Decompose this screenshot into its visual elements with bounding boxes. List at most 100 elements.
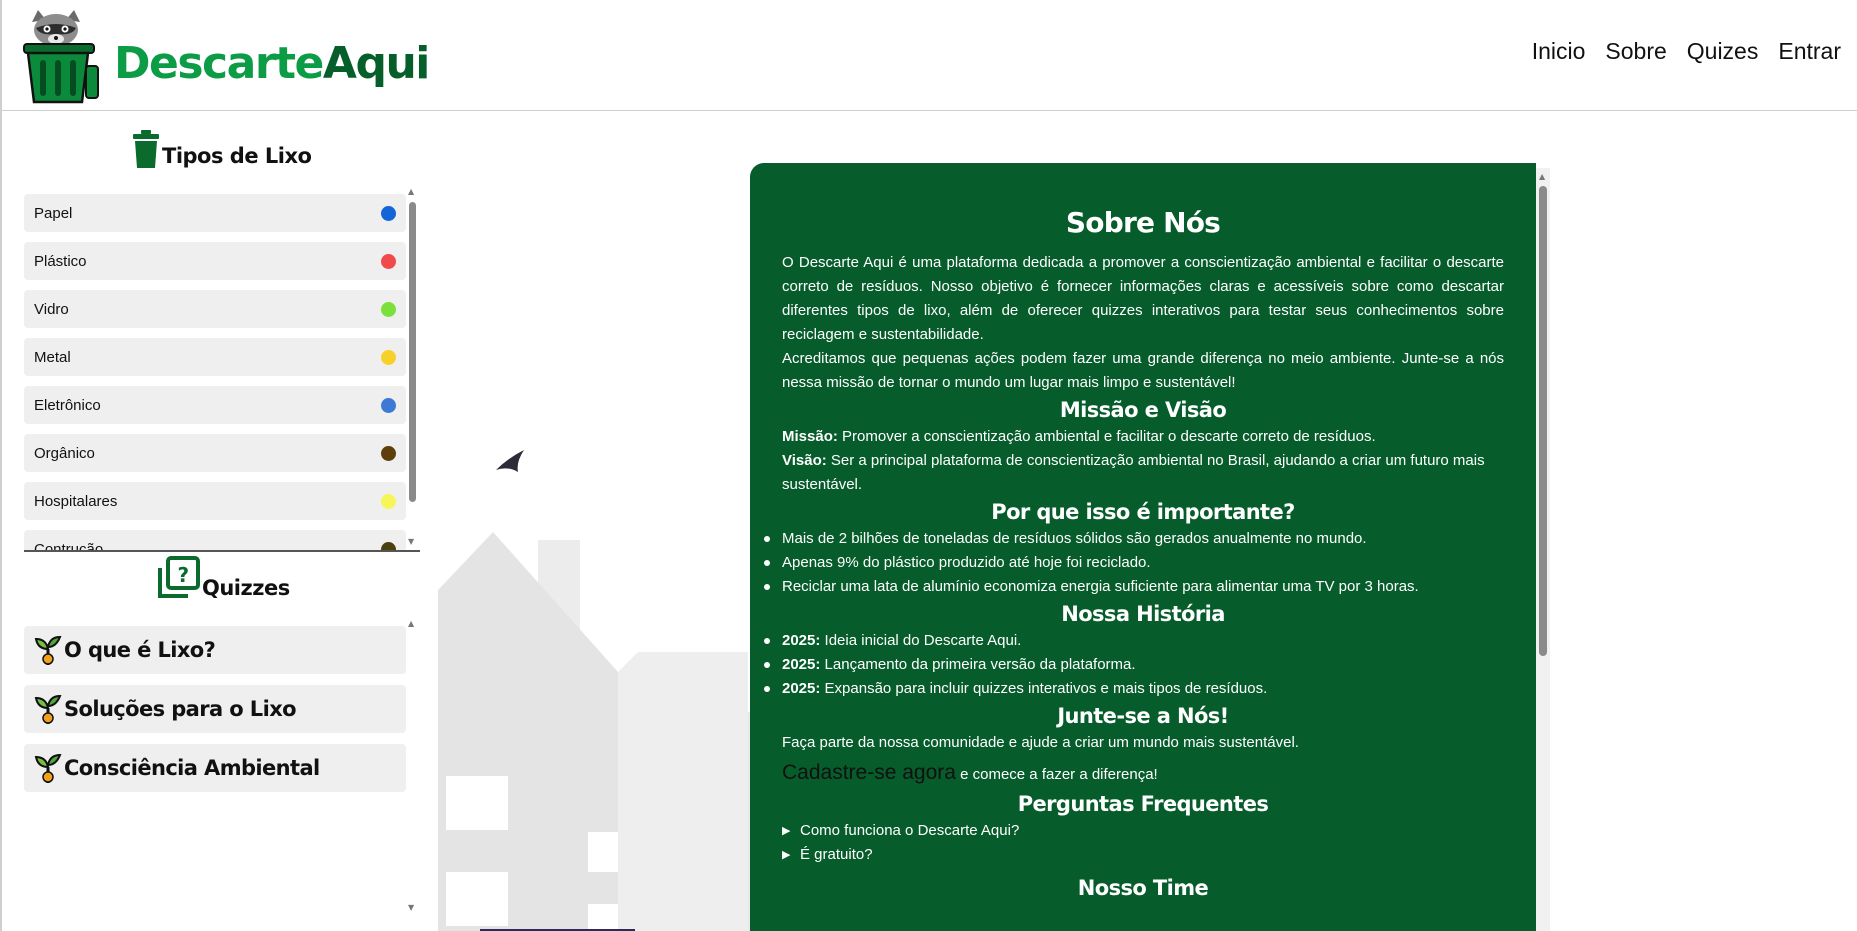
scroll-thumb[interactable] (409, 202, 416, 502)
tipo-item-organico[interactable]: Orgânico (24, 434, 406, 472)
brand-name[interactable]: DescarteAqui (114, 36, 430, 92)
tipo-item-eletronico[interactable]: Eletrônico (24, 386, 406, 424)
tipo-item-plastico[interactable]: Plástico (24, 242, 406, 280)
quiz-label: O que é Lixo? (64, 638, 216, 662)
faq-item[interactable]: Como funciona o Descarte Aqui? (782, 819, 1504, 843)
tipos-title: Tipos de Lixo (162, 144, 312, 168)
tipo-label: Contrução (34, 540, 104, 551)
sprout-icon (34, 635, 62, 665)
history-list: 2025: Ideia inicial do Descarte Aqui. 20… (764, 629, 1504, 701)
sprout-icon (34, 753, 62, 783)
color-dot (381, 397, 396, 413)
tipo-label: Vidro (34, 300, 69, 318)
quiz-item-o-que-e-lixo[interactable]: O que é Lixo? (24, 626, 406, 674)
tipo-item-vidro[interactable]: Vidro (24, 290, 406, 328)
team-heading: Nosso Time (1077, 876, 1209, 900)
scroll-up-arrow-icon[interactable]: ▲ (1539, 172, 1545, 181)
why-item: Mais de 2 bilhões de toneladas de resídu… (764, 527, 1504, 551)
trash-can-icon (133, 130, 159, 168)
quiz-label: Consciência Ambiental (64, 756, 320, 780)
history-text: Ideia inicial do Descarte Aqui. (820, 632, 1022, 649)
join-after: e comece a fazer a diferença! (955, 766, 1158, 783)
tipos-list: Papel Plástico Vidro Metal Eletrônico Or… (24, 194, 406, 550)
sprout-icon (34, 694, 62, 724)
color-dot (381, 205, 396, 221)
faq-list: Como funciona o Descarte Aqui? É gratuit… (782, 819, 1504, 867)
scroll-down-arrow-icon[interactable]: ▼ (408, 904, 414, 912)
history-year: 2025: (782, 632, 821, 649)
nav-quizes[interactable]: Quizes (1687, 38, 1759, 65)
tipo-label: Hospitalares (34, 492, 118, 510)
bird-icon (496, 450, 524, 472)
tipo-label: Plástico (34, 252, 87, 270)
quiz-list: O que é Lixo? Soluções para o Lixo Consc… (24, 626, 406, 803)
about-intro-1: O Descarte Aqui é uma plataforma dedicad… (782, 254, 1504, 343)
history-item: 2025: Ideia inicial do Descarte Aqui. (764, 629, 1504, 653)
scroll-up-arrow-icon[interactable]: ▲ (408, 620, 414, 628)
brand-part2: Aqui (322, 38, 430, 89)
mission-text: Missão: Promover a conscientização ambie… (782, 425, 1504, 449)
about-card: Sobre Nós O Descarte Aqui é uma platafor… (750, 163, 1536, 931)
mission-label: Missão: (782, 428, 838, 445)
nav-inicio[interactable]: Inicio (1532, 38, 1586, 65)
scroll-thumb[interactable] (1539, 186, 1547, 656)
site-header: DescarteAqui Inicio Sobre Quizes Entrar (2, 0, 1857, 111)
color-dot (381, 541, 396, 550)
quiz-item-consciencia[interactable]: Consciência Ambiental (24, 744, 406, 792)
faq-item[interactable]: É gratuito? (782, 843, 1504, 867)
join-cta: Cadastre-se agora e comece a fazer a dif… (782, 761, 1504, 787)
tipos-heading: Tipos de Lixo (132, 130, 312, 168)
quizzes-title: Quizzes (202, 576, 290, 600)
raccoon-trash-logo-icon[interactable] (22, 8, 102, 104)
history-item: 2025: Expansão para incluir quizzes inte… (764, 677, 1504, 701)
tipo-item-metal[interactable]: Metal (24, 338, 406, 376)
quiz-label: Soluções para o Lixo (64, 697, 297, 721)
about-intro-2: Acreditamos que pequenas ações podem faz… (782, 350, 1504, 391)
vision-text: Visão: Ser a principal plataforma de con… (782, 449, 1504, 497)
quiz-item-solucoes[interactable]: Soluções para o Lixo (24, 685, 406, 733)
about-scrollbar[interactable]: ▲ (1536, 168, 1550, 931)
mission-heading: Missão e Visão (1059, 398, 1227, 422)
about-content: Sobre Nós O Descarte Aqui é uma platafor… (764, 205, 1504, 903)
main-nav: Inicio Sobre Quizes Entrar (1532, 38, 1841, 65)
color-dot (381, 493, 396, 509)
nav-sobre[interactable]: Sobre (1605, 38, 1666, 65)
why-heading: Por que isso é importante? (991, 500, 1295, 524)
tipo-item-construcao[interactable]: Contrução (24, 530, 406, 550)
brand-part1: Descarte (114, 38, 324, 89)
tipo-label: Eletrônico (34, 396, 101, 414)
color-dot (381, 349, 396, 365)
why-item: Apenas 9% do plástico produzido até hoje… (764, 551, 1504, 575)
why-item: Reciclar uma lata de alumínio economiza … (764, 575, 1504, 599)
history-year: 2025: (782, 656, 821, 673)
why-list: Mais de 2 bilhões de toneladas de resídu… (764, 527, 1504, 599)
signup-link[interactable]: Cadastre-se agora (782, 761, 956, 784)
history-year: 2025: (782, 680, 821, 697)
history-text: Lançamento da primeira versão da platafo… (820, 656, 1136, 673)
history-text: Expansão para incluir quizzes interativo… (820, 680, 1268, 697)
color-dot (381, 445, 396, 461)
scroll-down-arrow-icon[interactable]: ▼ (408, 538, 414, 546)
join-text: Faça parte da nossa comunidade e ajude a… (782, 734, 1299, 751)
tipos-divider (24, 550, 420, 552)
tipo-label: Papel (34, 204, 73, 222)
sidebar: Tipos de Lixo Papel Plástico Vidro Metal… (2, 112, 422, 931)
vision-label: Visão: (782, 452, 827, 469)
tipo-item-hospitalares[interactable]: Hospitalares (24, 482, 406, 520)
vision-body: Ser a principal plataforma de conscienti… (782, 452, 1485, 493)
nav-entrar[interactable]: Entrar (1778, 38, 1841, 65)
history-item: 2025: Lançamento da primeira versão da p… (764, 653, 1504, 677)
history-heading: Nossa História (1061, 602, 1225, 626)
tipos-scrollbar[interactable]: ▲ ▼ (406, 186, 418, 550)
tipo-item-papel[interactable]: Papel (24, 194, 406, 232)
color-dot (381, 253, 396, 269)
quiz-scrollbar[interactable]: ▲ ▼ (406, 618, 418, 916)
mission-body: Promover a conscientização ambiental e f… (837, 428, 1376, 445)
tipo-label: Orgânico (34, 444, 95, 462)
quiz-question-icon: ? (158, 556, 200, 598)
scroll-up-arrow-icon[interactable]: ▲ (408, 188, 414, 196)
svg-text:?: ? (177, 563, 188, 587)
quizzes-heading: ? Quizzes (156, 556, 290, 600)
join-heading: Junte-se a Nós! (1057, 704, 1229, 728)
color-dot (381, 301, 396, 317)
